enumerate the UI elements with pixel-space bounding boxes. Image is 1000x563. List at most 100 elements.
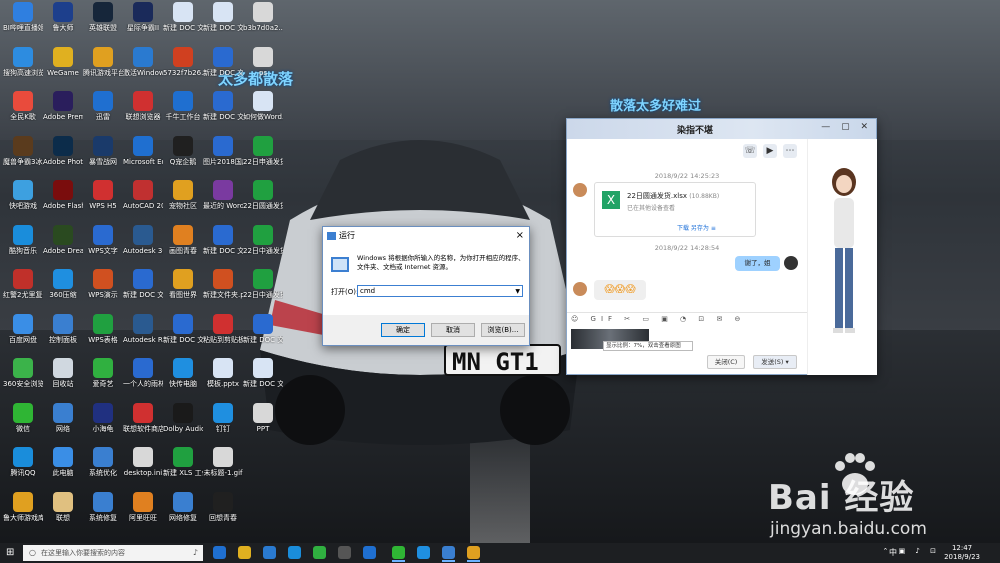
desktop-icon[interactable]: 22日中通发货(2).xlsx: [243, 269, 283, 311]
desktop-icon[interactable]: 一个人的雨林.docx: [123, 358, 163, 400]
desktop-icon[interactable]: 快传电脑: [163, 358, 203, 400]
dingtalk-icon[interactable]: [417, 546, 430, 559]
desktop-icon[interactable]: desktop.ini: [123, 447, 163, 489]
browse-button[interactable]: 浏览(B)...: [481, 323, 525, 337]
desktop-icon[interactable]: 回想青春: [203, 491, 243, 534]
desktop-icon[interactable]: 粘贴到剪贴板.pdf: [203, 313, 243, 356]
windows-start-icon[interactable]: ⊞: [6, 548, 16, 558]
contact-avatar[interactable]: [573, 183, 587, 197]
mail-icon[interactable]: [338, 546, 351, 559]
file-message-card[interactable]: X 22日圆通发货.xlsx (10.88KB) 已在其他设备查看 下载 另存为…: [594, 182, 756, 237]
desktop-icon[interactable]: Dolby Audio: [163, 402, 203, 445]
desktop-icon[interactable]: 22日圆通发货.xlsx: [243, 180, 283, 222]
desktop-icon[interactable]: 阿里旺旺: [123, 491, 163, 534]
desktop-icon[interactable]: b3b7d0a2...: [243, 2, 283, 44]
run-taskbar-icon[interactable]: [442, 546, 455, 562]
desktop-icon[interactable]: 联想浏览器: [123, 91, 163, 133]
desktop-icon[interactable]: 22日中通发货.xlsx: [243, 224, 283, 267]
desktop-icon[interactable]: 微信: [3, 402, 43, 445]
taskbar-search-box[interactable]: ○ 在这里输入你要搜索的内容 ♪: [23, 545, 203, 561]
desktop-icon[interactable]: 360压缩: [43, 269, 83, 311]
more-icon[interactable]: ⋯: [783, 144, 797, 158]
desktop-icon[interactable]: 图片2018国庆节.docx: [203, 135, 243, 178]
desktop-icon[interactable]: 360安全浏览器: [3, 358, 43, 400]
store-icon[interactable]: [263, 546, 276, 559]
desktop-icon[interactable]: 网络修复: [163, 491, 203, 534]
send-button[interactable]: 发送(S) ▾: [753, 355, 797, 369]
desktop-icon[interactable]: 激活Windows...: [123, 46, 163, 89]
iqiyi-icon[interactable]: [313, 546, 326, 559]
desktop-icon[interactable]: 千牛工作台: [163, 91, 203, 133]
desktop-icon[interactable]: 系统修复: [83, 491, 123, 534]
desktop-icon[interactable]: 此电脑: [43, 447, 83, 489]
phone-icon[interactable]: ☏: [743, 144, 757, 158]
desktop-icon[interactable]: WPS演示: [83, 269, 123, 311]
desktop-icon[interactable]: 红警2尤里复仇: [3, 269, 43, 311]
desktop-icon[interactable]: 看图世界: [163, 269, 203, 311]
kugou-icon[interactable]: [363, 546, 376, 559]
desktop-icon[interactable]: 新建 DOC 文档.doc: [123, 269, 163, 311]
desktop-icon[interactable]: 模板.pptx: [203, 358, 243, 400]
desktop-icon[interactable]: 联想软件商店: [123, 402, 163, 445]
my-avatar[interactable]: [784, 256, 798, 270]
desktop-icon[interactable]: Adobe Premi...: [43, 91, 83, 133]
desktop-icon[interactable]: 新建 DOC 文档 (2).doc: [203, 2, 243, 44]
run-command-input[interactable]: cmd ▼: [357, 285, 523, 297]
desktop-icon[interactable]: 如何做Word...: [243, 91, 283, 133]
desktop-icon[interactable]: 回收站: [43, 358, 83, 400]
desktop-icon[interactable]: 22日申通发货.xlsx: [243, 135, 283, 178]
microphone-icon[interactable]: ♪: [193, 545, 198, 561]
video-icon[interactable]: ▶: [763, 144, 777, 158]
desktop-icon[interactable]: 画图青春: [163, 224, 203, 267]
desktop-icon[interactable]: WPS文字: [83, 224, 123, 267]
desktop-icon[interactable]: 迅雷: [83, 91, 123, 133]
desktop-icon[interactable]: 鲁大师游戏库: [3, 491, 43, 534]
file-actions[interactable]: 下载 另存为 ≡: [677, 223, 716, 232]
desktop-icon[interactable]: 新建 DOC 文档.doc: [163, 2, 203, 44]
edge-icon[interactable]: [213, 546, 226, 559]
desktop-icon[interactable]: WeGame: [43, 46, 83, 89]
wechat-icon[interactable]: [392, 546, 405, 562]
run-title-bar[interactable]: 运行 ×: [323, 227, 529, 245]
desktop-icon[interactable]: 暴雪战网: [83, 135, 123, 178]
desktop-icon[interactable]: 腾讯游戏平台: [83, 46, 123, 89]
input-toolbar[interactable]: ☺ GIF ✂ ▭ ▣ ◔ ⊡ ✉ ⊖: [567, 312, 807, 325]
desktop-icon[interactable]: ps: [243, 46, 283, 89]
desktop-icon[interactable]: 联想: [43, 491, 83, 534]
desktop-icon[interactable]: Adobe Dreamwe...: [43, 224, 83, 267]
ime-indicator[interactable]: 中: [889, 547, 897, 558]
desktop-icon[interactable]: Autodesk 360: [123, 224, 163, 267]
qq-title-bar[interactable]: 染指不堪 — ▢ ✕: [567, 119, 876, 139]
desktop-icon[interactable]: 搜狗高速浏览器: [3, 46, 43, 89]
desktop-icon[interactable]: 快吧游戏: [3, 180, 43, 222]
desktop-icon[interactable]: 控制面板: [43, 313, 83, 356]
chevron-down-icon[interactable]: ▼: [515, 286, 520, 297]
desktop-icon[interactable]: 英雄联盟: [83, 2, 123, 44]
desktop-icon[interactable]: 宠物社区: [163, 180, 203, 222]
desktop-icon[interactable]: PPT: [243, 402, 283, 445]
desktop-icon[interactable]: Adobe Flash Profession...: [43, 180, 83, 222]
file-explorer-icon[interactable]: [238, 546, 251, 559]
taskbar-clock[interactable]: 12:47 2018/9/23: [944, 544, 980, 562]
desktop-icon[interactable]: WPS H5: [83, 180, 123, 222]
ok-button[interactable]: 确定: [381, 323, 425, 337]
desktop-icon[interactable]: 未标题-1.gif: [203, 447, 243, 489]
desktop-icon[interactable]: 腾讯QQ: [3, 447, 43, 489]
desktop-icon[interactable]: 魔兽争霸3冰封王座: [3, 135, 43, 178]
desktop-icon[interactable]: 新建 DOC 文档 (3).doc: [203, 91, 243, 133]
desktop-icon[interactable]: Q宠企鹅: [163, 135, 203, 178]
desktop-icon[interactable]: 新建 DOC 文档 (5).doc: [243, 313, 283, 356]
desktop-icon[interactable]: 新建 XLS 工作表.xls: [163, 447, 203, 489]
desktop-icon[interactable]: AutoCAD 2014 - 简...: [123, 180, 163, 222]
desktop-icon[interactable]: Autodesk ReCap: [123, 313, 163, 356]
desktop-icon[interactable]: 百度网盘: [3, 313, 43, 356]
desktop-icon[interactable]: 小海龟: [83, 402, 123, 445]
close-chat-button[interactable]: 关闭(C): [707, 355, 745, 369]
contact-avatar[interactable]: [573, 282, 587, 296]
desktop-icon[interactable]: 星际争霸II: [123, 2, 163, 44]
desktop-icon[interactable]: 全民K歌: [3, 91, 43, 133]
desktop-icon[interactable]: 新建 DOC 文档 (4).doc: [203, 46, 243, 89]
desktop-icon[interactable]: WPS表格: [83, 313, 123, 356]
desktop-icon[interactable]: Microsoft Edge: [123, 135, 163, 178]
desktop-icon[interactable]: Adobe Photosh...: [43, 135, 83, 178]
